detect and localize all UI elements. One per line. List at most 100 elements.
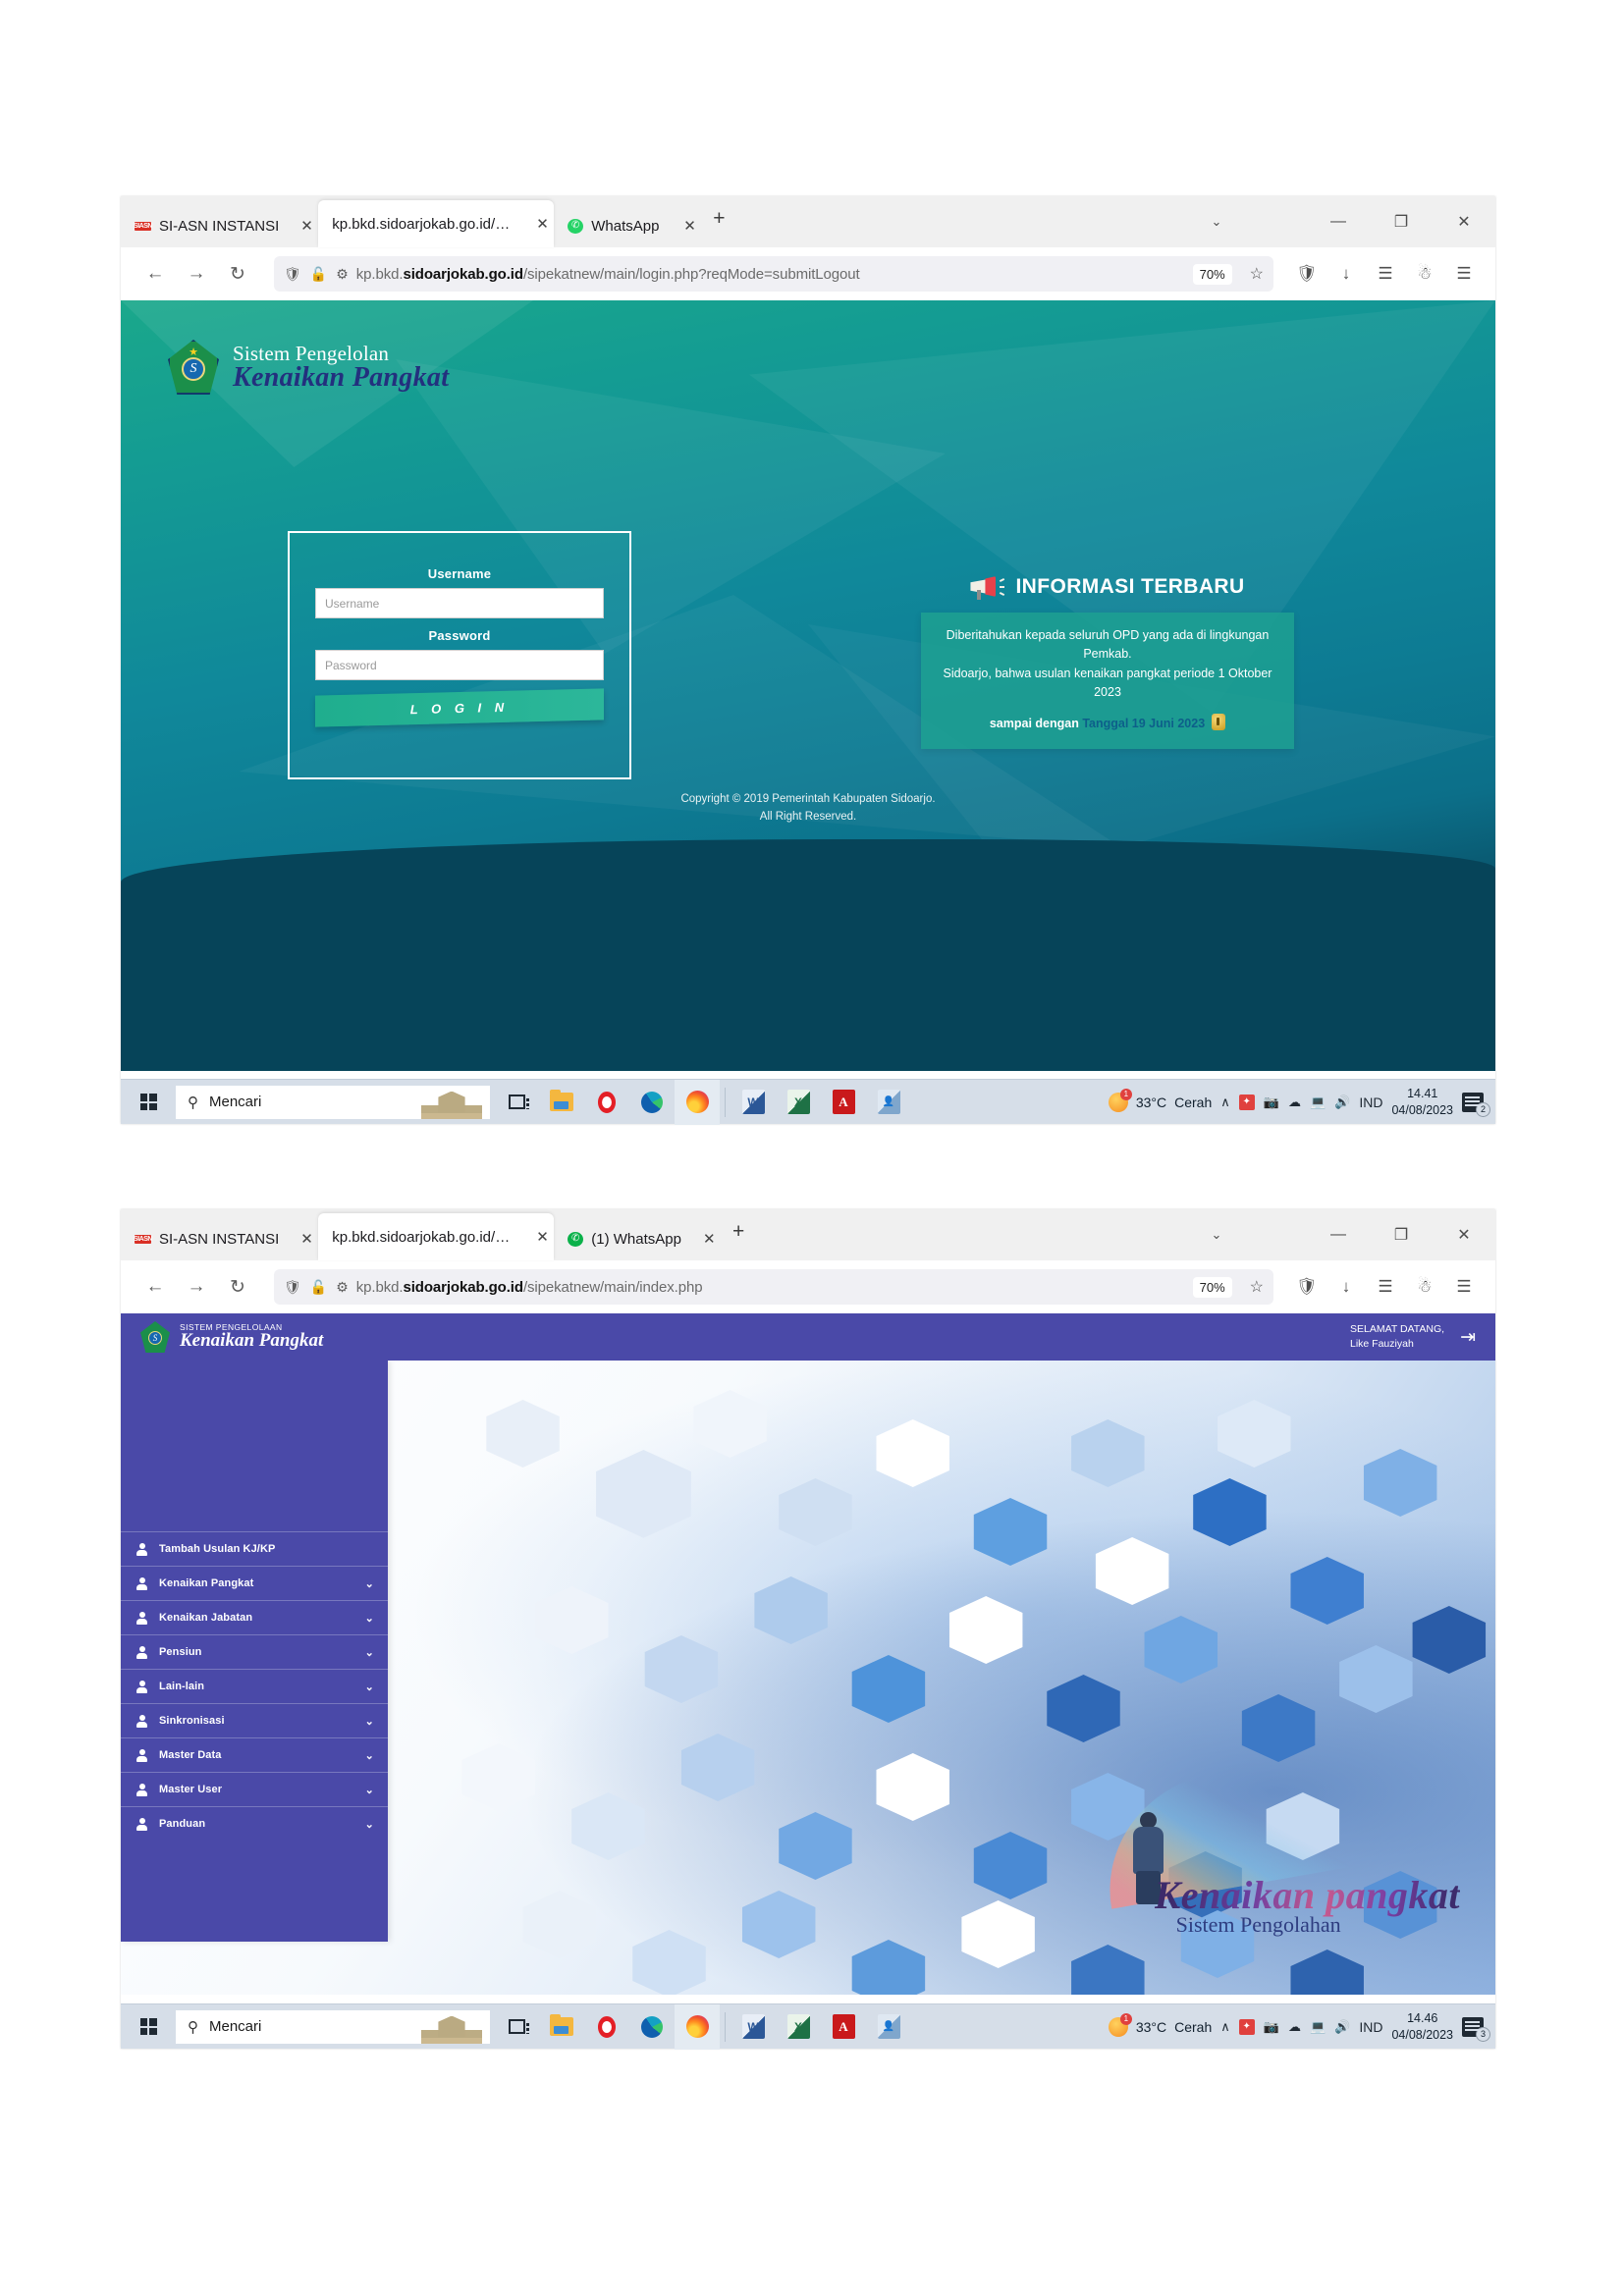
bookmark-star-icon[interactable]: ☆ [1240,264,1264,284]
language-indicator[interactable]: IND [1359,1095,1382,1110]
search-input[interactable]: ⚲ Mencari [176,2009,490,2044]
firefox-icon[interactable] [675,2003,720,2050]
sidebar-item-kenaikan-jabatan[interactable]: Kenaikan Jabatan ⌄ [121,1600,388,1634]
address-bar[interactable]: 🛡 🔓 ⚙ kp.bkd.sidoarjokab.go.id/sipekatne… [274,1269,1273,1305]
tab-sipekat-active[interactable]: kp.bkd.sidoarjokab.go.id/sipekatne ✕ [318,200,555,247]
tab-close-icon[interactable]: ✕ [287,1230,313,1248]
language-indicator[interactable]: IND [1359,2019,1382,2035]
pdf-icon[interactable]: A [821,2004,866,2050]
bookmark-star-icon[interactable]: ☆ [1240,1277,1264,1297]
back-button[interactable]: ← [135,1270,176,1304]
weather-widget[interactable]: 1 33°C Cerah [1108,1088,1212,1112]
minimize-button[interactable]: — [1307,1226,1370,1244]
shield-icon[interactable]: 🛡 [284,1279,301,1296]
clock-widget[interactable]: 14.41 04/08/2023 [1391,1086,1453,1119]
tab-close-icon[interactable]: ✕ [670,217,696,235]
onedrive-icon[interactable]: ☁ [1288,2019,1301,2035]
minimize-button[interactable]: — [1307,213,1370,231]
password-input[interactable]: Password [315,650,604,680]
excel-icon[interactable]: X [776,2004,821,2050]
sidebar-item-tambah-usulan[interactable]: Tambah Usulan KJ/KP [121,1531,388,1566]
close-window-button[interactable]: ✕ [1433,212,1495,232]
camera-icon[interactable]: 📷 [1264,1095,1279,1110]
show-hidden-icons-chevron[interactable]: ∧ [1220,2019,1230,2035]
forward-button[interactable]: → [176,257,217,291]
opera-icon[interactable] [584,2004,629,2050]
menu-icon[interactable]: ☰ [1446,1271,1482,1303]
sidebar-item-sinkronisasi[interactable]: Sinkronisasi ⌄ [121,1703,388,1737]
tab-sipekat-active[interactable]: kp.bkd.sidoarjokab.go.id/sipekatne ✕ [318,1213,555,1260]
list-all-tabs-icon[interactable]: ⌄ [1185,214,1248,230]
tab-close-icon[interactable]: ✕ [522,215,549,233]
shield-icon[interactable]: 🛡 [1289,1271,1325,1303]
opera-icon[interactable] [584,1080,629,1125]
login-button[interactable]: L O G I N [315,688,604,727]
clock-widget[interactable]: 14.46 04/08/2023 [1391,2010,1453,2044]
library-icon[interactable]: ☰ [1368,1271,1403,1303]
sidebar-item-master-data[interactable]: Master Data ⌄ [121,1737,388,1772]
network-icon[interactable]: 💻 [1310,2019,1326,2035]
security-alert-icon[interactable]: ✦ [1238,2018,1255,2035]
notifications-icon[interactable]: 3 [1462,2016,1490,2042]
volume-muted-icon[interactable]: 🔊 [1334,1095,1350,1110]
weather-widget[interactable]: 1 33°C Cerah [1108,2012,1212,2037]
zoom-level-badge[interactable]: 70% [1192,1276,1232,1298]
sidebar-item-panduan[interactable]: Panduan ⌄ [121,1806,388,1841]
download-icon[interactable]: ↓ [1328,258,1364,290]
search-input[interactable]: ⚲ Mencari [176,1085,490,1119]
file-explorer-icon[interactable] [539,1080,584,1125]
forward-button[interactable]: → [176,1270,217,1304]
tab-close-icon[interactable]: ✕ [689,1230,716,1248]
contacts-icon[interactable]: 👤 [866,2004,911,2050]
lock-crossed-icon[interactable]: 🔓 [310,1279,327,1296]
maximize-button[interactable]: ❐ [1370,212,1433,232]
shield-icon[interactable]: 🛡 [284,266,301,283]
menu-icon[interactable]: ☰ [1446,258,1482,290]
tab-siasn-instansi[interactable]: SIASN SI-ASN INSTANSI ✕ [121,204,318,247]
reload-button[interactable]: ↻ [217,1270,258,1304]
pdf-icon[interactable]: A [821,1080,866,1125]
volume-muted-icon[interactable]: 🔊 [1334,2019,1350,2035]
contacts-icon[interactable]: 👤 [866,1080,911,1125]
account-icon[interactable]: ☃ [1407,258,1442,290]
close-window-button[interactable]: ✕ [1433,1225,1495,1245]
back-button[interactable]: ← [135,257,176,291]
onedrive-icon[interactable]: ☁ [1288,1095,1301,1110]
username-input[interactable]: Username [315,588,604,618]
logout-icon[interactable]: ⇥ [1460,1326,1476,1349]
show-hidden-icons-chevron[interactable]: ∧ [1220,1095,1230,1110]
sidebar-item-master-user[interactable]: Master User ⌄ [121,1772,388,1806]
sidebar-item-kenaikan-pangkat[interactable]: Kenaikan Pangkat ⌄ [121,1566,388,1600]
firefox-icon[interactable] [675,1079,720,1125]
camera-icon[interactable]: 📷 [1264,2019,1279,2035]
notifications-icon[interactable]: 2 [1462,1092,1490,1117]
tab-close-icon[interactable]: ✕ [522,1228,549,1246]
lock-crossed-icon[interactable]: 🔓 [310,266,327,283]
list-all-tabs-icon[interactable]: ⌄ [1185,1227,1248,1243]
edge-icon[interactable] [629,1080,675,1125]
shield-icon[interactable]: 🛡 [1289,258,1325,290]
reload-button[interactable]: ↻ [217,257,258,291]
app-brand-logo[interactable]: S SISTEM PENGELOLAAN Kenaikan Pangkat [140,1321,323,1353]
permissions-icon[interactable]: ⚙ [336,266,349,283]
network-icon[interactable]: 💻 [1310,1095,1326,1110]
new-tab-button[interactable]: + [721,1220,758,1250]
zoom-level-badge[interactable]: 70% [1192,263,1232,285]
permissions-icon[interactable]: ⚙ [336,1279,349,1296]
task-view-icon[interactable] [494,2004,539,2050]
sidebar-item-lain-lain[interactable]: Lain-lain ⌄ [121,1669,388,1703]
task-view-icon[interactable] [494,1080,539,1125]
start-button[interactable] [121,1080,176,1125]
address-bar[interactable]: 🛡 🔓 ⚙ kp.bkd.sidoarjokab.go.id/sipekatne… [274,256,1273,292]
tab-close-icon[interactable]: ✕ [287,217,313,235]
edge-icon[interactable] [629,2004,675,2050]
tab-siasn-instansi[interactable]: SIASN SI-ASN INSTANSI ✕ [121,1217,318,1260]
library-icon[interactable]: ☰ [1368,258,1403,290]
maximize-button[interactable]: ❐ [1370,1225,1433,1245]
tab-whatsapp[interactable]: ✆ (1) WhatsApp ✕ [554,1217,721,1260]
file-explorer-icon[interactable] [539,2004,584,2050]
account-icon[interactable]: ☃ [1407,1271,1442,1303]
new-tab-button[interactable]: + [701,207,738,237]
start-button[interactable] [121,2004,176,2050]
excel-icon[interactable]: X [776,1080,821,1125]
